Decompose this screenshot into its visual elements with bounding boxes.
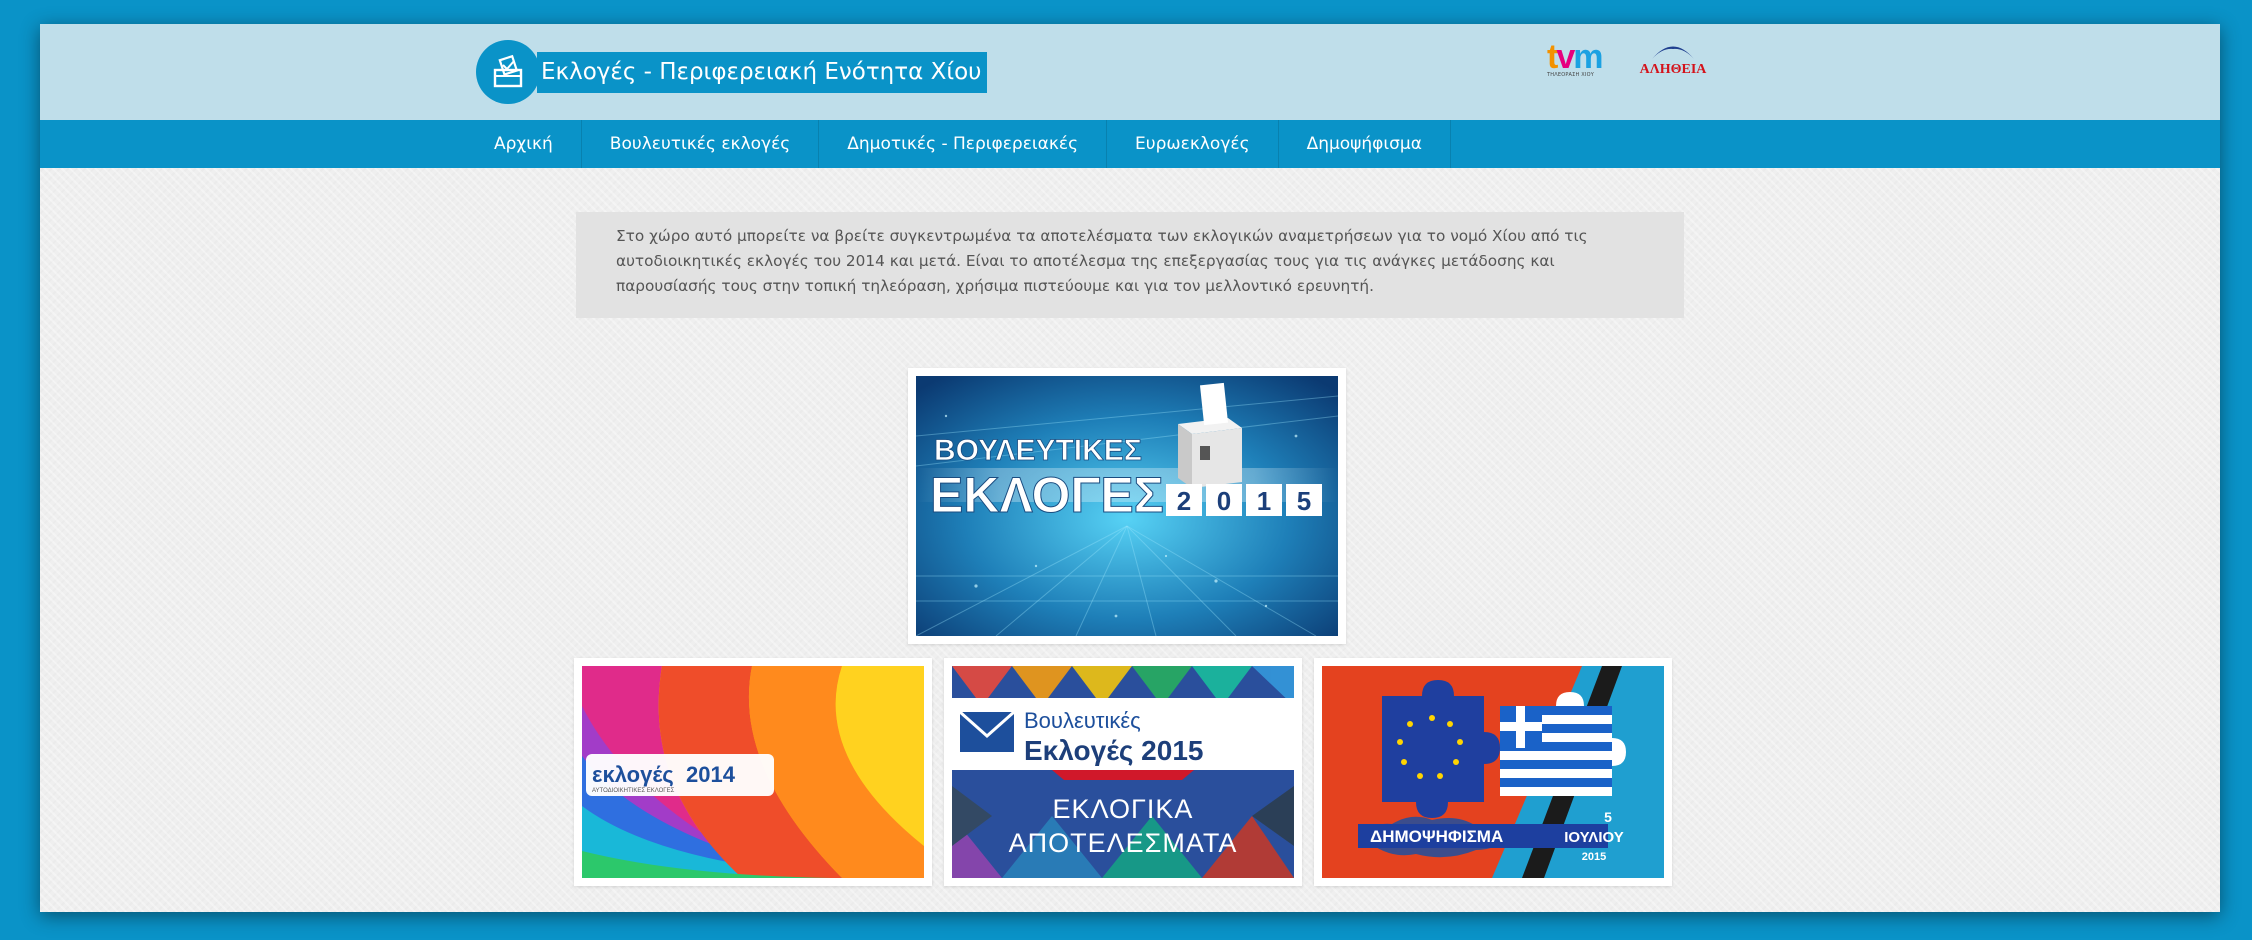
main-banner-line1: ΒΟΥΛΕΥΤΙΚΕΣ bbox=[934, 434, 1142, 467]
tvm-logo[interactable]: tvm ΤΗΛΕΟΡΑΣΗ ΧΙΟΥ bbox=[1547, 40, 1619, 84]
main-nav: Αρχική Βουλευτικές εκλογές Δημοτικές - Π… bbox=[476, 120, 1451, 168]
main-navbar: Αρχική Βουλευτικές εκλογές Δημοτικές - Π… bbox=[40, 120, 2220, 168]
main-banner-digit-2: 0 bbox=[1217, 486, 1231, 516]
greek-flag-puzzle-illustration bbox=[1500, 692, 1626, 796]
results-2015-line1: Βουλευτικές bbox=[1024, 708, 1141, 733]
ballot-box-icon[interactable] bbox=[476, 40, 540, 104]
local-elections-2014-banner: εκλογές 2014 ΑΥΤΟΔΙΟΙΚΗΤΙΚΕΣ ΕΚΛΟΓΕΣ bbox=[582, 666, 924, 878]
page-frame: Εκλογές - Περιφερειακή Ενότητα Χίου tvm … bbox=[40, 24, 2220, 912]
site-header: Εκλογές - Περιφερειακή Ενότητα Χίου tvm … bbox=[40, 24, 2220, 120]
main-banner-digit-4: 5 bbox=[1297, 486, 1311, 516]
referendum-month: ΙΟΥΛΙΟΥ bbox=[1564, 829, 1624, 846]
referendum-label: ΔΗΜΟΨΗΦΙΣΜΑ bbox=[1370, 827, 1503, 846]
aletheia-logo[interactable]: ΑΛΗΘΕΙΑ bbox=[1633, 40, 1713, 84]
local-2014-brand-word: εκλογές bbox=[592, 762, 674, 787]
referendum-year: 2015 bbox=[1582, 851, 1606, 863]
aletheia-logo-graphic bbox=[1652, 46, 1694, 59]
nav-item-municipal-regional[interactable]: Δημοτικές - Περιφερειακές bbox=[819, 120, 1108, 168]
nav-item-referendum[interactable]: Δημοψήφισμα bbox=[1279, 120, 1451, 168]
card-election-results-2015[interactable]: Βουλευτικές Εκλογές 2015 ΕΚΛΟΓΙΚΑ ΑΠΟΤΕΛ… bbox=[944, 658, 1302, 886]
nav-item-parliamentary-elections[interactable]: Βουλευτικές εκλογές bbox=[582, 120, 820, 168]
aletheia-logo-text: ΑΛΗΘΕΙΑ bbox=[1639, 62, 1707, 77]
card-parliamentary-elections-2015[interactable]: ΒΟΥΛΕΥΤΙΚΕΣ ΕΚΛΟΓΕΣ 2 0 1 5 bbox=[908, 368, 1346, 644]
local-2014-brand-sub: ΑΥΤΟΔΙΟΙΚΗΤΙΚΕΣ ΕΚΛΟΓΕΣ bbox=[592, 788, 675, 794]
tvm-logo-subtitle: ΤΗΛΕΟΡΑΣΗ ΧΙΟΥ bbox=[1547, 72, 1594, 78]
referendum-2015-banner: ΔΗΜΟΨΗΦΙΣΜΑ 5 ΙΟΥΛΙΟΥ 2015 bbox=[1322, 666, 1664, 878]
election-results-2015-banner: Βουλευτικές Εκλογές 2015 ΕΚΛΟΓΙΚΑ ΑΠΟΤΕΛ… bbox=[952, 666, 1294, 878]
eu-flag-puzzle-illustration bbox=[1382, 680, 1500, 818]
nav-item-home[interactable]: Αρχική bbox=[476, 120, 582, 168]
site-title[interactable]: Εκλογές - Περιφερειακή Ενότητα Χίου bbox=[537, 52, 988, 93]
card-referendum-2015[interactable]: ΔΗΜΟΨΗΦΙΣΜΑ 5 ΙΟΥΛΙΟΥ 2015 bbox=[1314, 658, 1672, 886]
card-local-elections-2014[interactable]: εκλογές 2014 ΑΥΤΟΔΙΟΙΚΗΤΙΚΕΣ ΕΚΛΟΓΕΣ bbox=[574, 658, 932, 886]
results-2015-line4: ΑΠΟΤΕΛΕΣΜΑΤΑ bbox=[1009, 828, 1238, 858]
results-2015-line3: ΕΚΛΟΓΙΚΑ bbox=[1053, 794, 1194, 824]
main-banner-line2: ΕΚΛΟΓΕΣ bbox=[930, 467, 1164, 523]
local-2014-brand-year: 2014 bbox=[686, 762, 736, 787]
tvm-logo-mark: tvm bbox=[1547, 38, 1604, 76]
main-banner-digit-3: 1 bbox=[1257, 486, 1271, 516]
ballot-box-icon-graphic bbox=[493, 54, 523, 88]
parliamentary-elections-2015-banner: ΒΟΥΛΕΥΤΙΚΕΣ ΕΚΛΟΓΕΣ 2 0 1 5 bbox=[916, 376, 1338, 636]
intro-text: Στο χώρο αυτό μπορείτε να βρείτε συγκεντ… bbox=[576, 212, 1684, 318]
referendum-day: 5 bbox=[1604, 809, 1612, 825]
nav-item-european-elections[interactable]: Ευρωεκλογές bbox=[1107, 120, 1279, 168]
results-2015-line2: Εκλογές 2015 bbox=[1024, 735, 1203, 766]
main-banner-digit-1: 2 bbox=[1177, 486, 1191, 516]
